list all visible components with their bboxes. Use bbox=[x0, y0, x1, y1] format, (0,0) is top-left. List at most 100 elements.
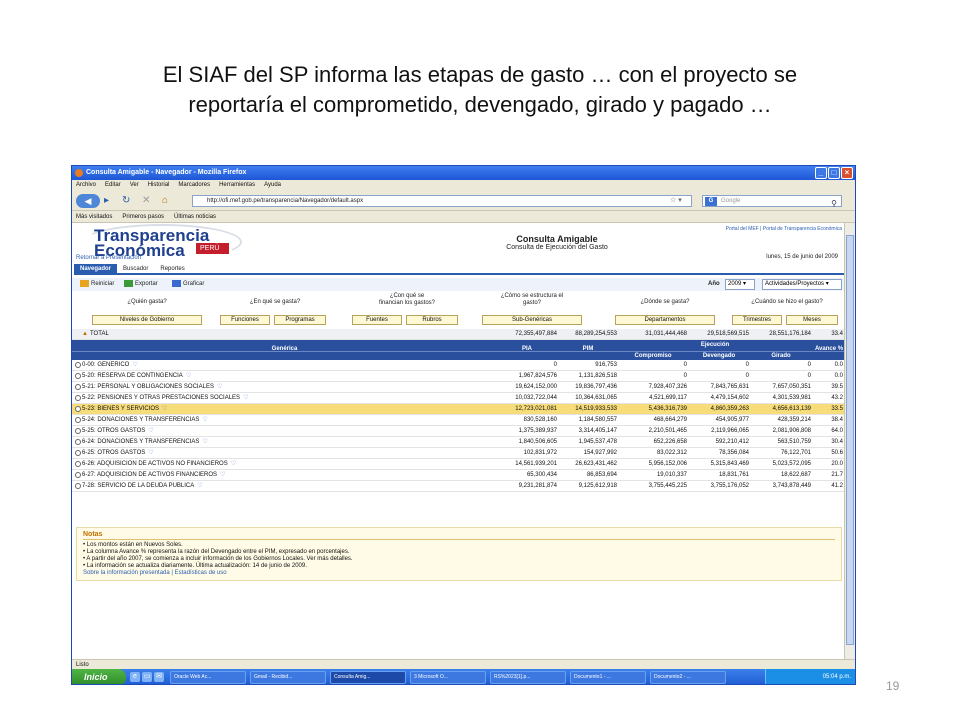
info-icon[interactable]: ♡ bbox=[202, 439, 207, 445]
cell-pia: 1,375,389,937 bbox=[518, 428, 557, 434]
task-button[interactable]: Oracle Web Ac... bbox=[170, 671, 246, 684]
row-radio[interactable] bbox=[75, 406, 81, 412]
info-icon[interactable]: ♡ bbox=[148, 428, 153, 434]
info-icon[interactable]: ♡ bbox=[220, 472, 225, 478]
back-link[interactable]: Retornar a Presentación bbox=[76, 255, 141, 261]
row-radio[interactable] bbox=[75, 417, 81, 423]
info-icon[interactable]: ♡ bbox=[132, 362, 137, 368]
bookmark-primeros-pasos[interactable]: Primeros pasos bbox=[122, 211, 164, 222]
desktop-icon[interactable]: ▭ bbox=[142, 672, 152, 682]
total-compromiso: 31,031,444,468 bbox=[645, 331, 687, 337]
row-radio[interactable] bbox=[75, 373, 81, 379]
info-icon[interactable]: ♡ bbox=[186, 373, 191, 379]
table-row[interactable]: 6-26: ADQUISICION DE ACTIVOS NO FINANCIE… bbox=[72, 459, 846, 470]
back-icon[interactable]: ◀ bbox=[76, 194, 100, 208]
table-row[interactable]: 0-00: GENERICO ♡ 0 916,753 0 0 0 0.0 bbox=[72, 360, 846, 371]
maximize-icon[interactable]: □ bbox=[828, 167, 840, 179]
reiniciar-button[interactable]: Reiniciar bbox=[80, 278, 114, 291]
task-button[interactable]: 3 Microsoft O... bbox=[410, 671, 486, 684]
row-radio[interactable] bbox=[75, 384, 81, 390]
table-row[interactable]: 5-23: BIENES Y SERVICIOS ♡ 12,723,021,081 1… bbox=[72, 404, 846, 415]
bookmark-star-icon[interactable]: ☆ ▾ bbox=[670, 195, 682, 206]
task-button[interactable]: Gmail - Recibid... bbox=[250, 671, 326, 684]
row-radio[interactable] bbox=[75, 362, 81, 368]
top-links[interactable]: Portal del MEF | Portal de Transparencia… bbox=[726, 226, 842, 232]
search-icon[interactable]: ⚲ bbox=[831, 198, 837, 209]
close-icon[interactable]: × bbox=[841, 167, 853, 179]
bookmark-ultimas-noticias[interactable]: Últimas noticias bbox=[174, 211, 216, 222]
meses-button[interactable]: Meses bbox=[786, 315, 838, 325]
info-icon[interactable]: ♡ bbox=[197, 483, 202, 489]
ie-icon[interactable]: e bbox=[130, 672, 140, 682]
table-row[interactable]: 5-20: RESERVA DE CONTINGENCIA ♡ 1,967,824,… bbox=[72, 371, 846, 382]
info-icon[interactable]: ♡ bbox=[243, 395, 248, 401]
header-girado[interactable]: Girado bbox=[751, 352, 811, 360]
task-button[interactable]: Documento1 - ... bbox=[570, 671, 646, 684]
table-row[interactable]: 6-27: ADQUISICION DE ACTIVOS FINANCIEROS… bbox=[72, 470, 846, 481]
notes-footer-links[interactable]: Sobre la información presentada | Estadí… bbox=[83, 570, 835, 577]
table-row[interactable]: 7-28: SERVICIO DE LA DEUDA PUBLICA ♡ 9,231… bbox=[72, 481, 846, 492]
info-icon[interactable]: ♡ bbox=[162, 406, 167, 412]
total-arrow-icon[interactable]: ▲ bbox=[82, 329, 88, 339]
graficar-button[interactable]: Graficar bbox=[172, 278, 204, 291]
outlook-icon[interactable]: ✉ bbox=[154, 672, 164, 682]
stop-icon[interactable]: ✕ bbox=[142, 194, 150, 208]
exportar-button[interactable]: Exportar bbox=[124, 278, 158, 291]
row-radio[interactable] bbox=[75, 483, 81, 489]
minimize-icon[interactable]: _ bbox=[815, 167, 827, 179]
task-button[interactable]: Consulta Amig... bbox=[330, 671, 406, 684]
forward-icon[interactable]: ▸ bbox=[104, 194, 109, 208]
table-row[interactable]: 6-24: DONACIONES Y TRANSFERENCIAS ♡ 1,840,… bbox=[72, 437, 846, 448]
url-bar[interactable]: http://ofi.mef.gob.pe/transparencia/Nave… bbox=[192, 195, 692, 207]
header-devengado[interactable]: Devengado bbox=[689, 352, 749, 360]
table-row[interactable]: 5-24: DONACIONES Y TRANSFERENCIAS ♡ 830,52… bbox=[72, 415, 846, 426]
cell-pim: 154,927,992 bbox=[583, 450, 617, 456]
trimestres-button[interactable]: Trimestres bbox=[732, 315, 782, 325]
cell-av: 39.5 bbox=[831, 384, 843, 390]
menu-marcadores[interactable]: Marcadores bbox=[178, 180, 210, 191]
tab-reportes[interactable]: Reportes bbox=[154, 264, 190, 273]
row-radio[interactable] bbox=[75, 439, 81, 445]
menu-herramientas[interactable]: Herramientas bbox=[219, 180, 255, 191]
year-select[interactable]: 2009 ▾ bbox=[725, 279, 755, 290]
reload-icon[interactable]: ↻ bbox=[122, 194, 130, 208]
programas-button[interactable]: Programas bbox=[274, 315, 326, 325]
menu-ver[interactable]: Ver bbox=[130, 180, 139, 191]
rubros-button[interactable]: Rubros bbox=[406, 315, 458, 325]
tab-navegador[interactable]: Navegador bbox=[74, 264, 118, 273]
menu-editar[interactable]: Editar bbox=[105, 180, 121, 191]
row-radio[interactable] bbox=[75, 395, 81, 401]
vertical-scrollbar[interactable] bbox=[844, 223, 855, 659]
tab-buscador[interactable]: Buscador bbox=[117, 264, 154, 273]
departamentos-button[interactable]: Departamentos bbox=[615, 315, 715, 325]
scroll-thumb[interactable] bbox=[846, 235, 854, 645]
row-radio[interactable] bbox=[75, 450, 81, 456]
menu-archivo[interactable]: Archivo bbox=[76, 180, 96, 191]
table-row[interactable]: 6-25: OTROS GASTOS ♡ 102,831,972 154,927,99… bbox=[72, 448, 846, 459]
row-radio[interactable] bbox=[75, 428, 81, 434]
search-input[interactable]: G Google ⚲ bbox=[702, 195, 842, 209]
sub-genericas-button[interactable]: Sub-Genéricas bbox=[482, 315, 582, 325]
niveles-gobierno-button[interactable]: Niveles de Gobierno bbox=[92, 315, 202, 325]
table-row[interactable]: 5-21: PERSONAL Y OBLIGACIONES SOCIALES ♡ 1… bbox=[72, 382, 846, 393]
header-compromiso[interactable]: Compromiso bbox=[619, 352, 687, 360]
funciones-button[interactable]: Funciones bbox=[220, 315, 270, 325]
task-button[interactable]: RS%2023[1].p... bbox=[490, 671, 566, 684]
view-select[interactable]: Actividades/Proyectos ▾ bbox=[762, 279, 842, 290]
task-button[interactable]: Documento2 - ... bbox=[650, 671, 726, 684]
info-icon[interactable]: ♡ bbox=[148, 450, 153, 456]
row-radio[interactable] bbox=[75, 461, 81, 467]
total-avance: 33.4 bbox=[831, 331, 843, 337]
start-button[interactable]: Inicio bbox=[72, 669, 126, 684]
home-icon[interactable]: ⌂ bbox=[162, 194, 168, 208]
row-radio[interactable] bbox=[75, 472, 81, 478]
menu-ayuda[interactable]: Ayuda bbox=[264, 180, 281, 191]
info-icon[interactable]: ♡ bbox=[231, 461, 236, 467]
bookmark-mas-visitados[interactable]: Más visitados bbox=[76, 211, 112, 222]
fuentes-button[interactable]: Fuentes bbox=[352, 315, 402, 325]
info-icon[interactable]: ♡ bbox=[217, 384, 222, 390]
table-row[interactable]: 5-25: OTROS GASTOS ♡ 1,375,389,937 3,314,40… bbox=[72, 426, 846, 437]
info-icon[interactable]: ♡ bbox=[202, 417, 207, 423]
table-row[interactable]: 5-22: PENSIONES Y OTRAS PRESTACIONES SOC… bbox=[72, 393, 846, 404]
menu-historial[interactable]: Historial bbox=[148, 180, 170, 191]
